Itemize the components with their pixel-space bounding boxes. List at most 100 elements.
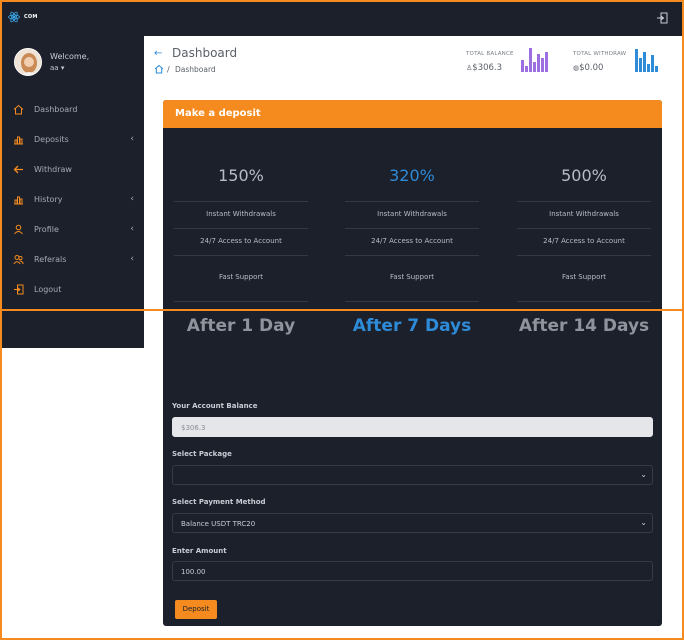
amount-input[interactable]: 100.00 xyxy=(172,561,653,581)
total-balance-label: TOTAL BALANCE xyxy=(466,51,514,57)
deposit-panel: Make a deposit 150% Instant Withdrawals … xyxy=(163,100,662,626)
bar-chart-icon xyxy=(14,196,23,204)
balance-label: Your Account Balance xyxy=(172,402,258,410)
spark-bar xyxy=(533,62,536,72)
plan-feature: 24/7 Access to Account xyxy=(200,237,282,245)
atom-icon xyxy=(8,11,20,23)
divider xyxy=(345,255,479,256)
balance-value: $306.3 xyxy=(181,424,206,432)
plan-feature: Fast Support xyxy=(390,273,434,281)
sidebar-item-label: Logout xyxy=(34,284,62,294)
total-withdraw-amount: $0.00 xyxy=(579,63,604,73)
spark-bar xyxy=(529,48,532,72)
welcome-text: Welcome, xyxy=(50,52,90,61)
logout-icon[interactable] xyxy=(656,12,668,24)
payment-method-select[interactable]: Balance USDT TRC20 ⌄ xyxy=(172,513,653,533)
divider xyxy=(517,255,651,256)
frame-border-middle xyxy=(0,309,684,311)
user-name: aa xyxy=(50,64,59,72)
chevron-left-icon: ‹ xyxy=(130,224,134,234)
avatar-image xyxy=(15,49,41,75)
logout-icon xyxy=(14,284,24,294)
total-withdraw-value: ◍$0.00 xyxy=(573,63,603,73)
spark-bar xyxy=(521,60,524,72)
plan-feature: Fast Support xyxy=(219,273,263,281)
brand-name: COM xyxy=(24,14,38,20)
sidebar-item-dashboard[interactable]: Dashboard xyxy=(0,99,144,119)
sidebar-item-logout[interactable]: Logout xyxy=(0,279,144,299)
withdraw-sparkline xyxy=(635,49,658,72)
sidebar-item-history[interactable]: History ‹ xyxy=(0,189,144,209)
back-arrow-icon[interactable]: ← xyxy=(154,48,162,59)
top-bar: COM xyxy=(0,0,684,36)
plan-duration: After 7 Days xyxy=(352,316,472,336)
sidebar-item-deposits[interactable]: Deposits ‹ xyxy=(0,129,144,149)
breadcrumb: Dashboard xyxy=(175,65,216,74)
total-withdraw-label: TOTAL WITHDRAW xyxy=(573,51,627,57)
sidebar-item-label: Withdraw xyxy=(34,164,72,174)
deposit-panel-header: Make a deposit xyxy=(163,100,662,128)
spark-bar xyxy=(647,64,650,72)
frame-border-top xyxy=(0,0,684,2)
sidebar-item-label: Referals xyxy=(34,254,67,264)
caret-down-icon: ▾ xyxy=(60,64,65,72)
chevron-left-icon: ‹ xyxy=(130,134,134,144)
balance-field[interactable]: $306.3 xyxy=(172,417,653,437)
payment-method-label: Select Payment Method xyxy=(172,498,266,506)
divider xyxy=(174,255,308,256)
user-icon xyxy=(14,224,23,234)
plan-feature: 24/7 Access to Account xyxy=(371,237,453,245)
balance-sparkline xyxy=(521,48,548,72)
brand-logo[interactable]: COM xyxy=(8,11,38,23)
plan-duration: After 1 Day xyxy=(186,316,296,336)
avatar[interactable] xyxy=(14,48,42,76)
arrow-left-icon xyxy=(13,165,23,173)
sidebar-item-label: Profile xyxy=(34,224,59,234)
total-balance-value: ♙$306.3 xyxy=(466,63,502,73)
spark-bar xyxy=(525,66,528,72)
app-screen: COM Welcome, aa ▾ Dashboard Deposits ‹ W… xyxy=(0,0,684,640)
plan-feature: Instant Withdrawals xyxy=(377,210,447,218)
package-label: Select Package xyxy=(172,450,232,458)
spark-bar xyxy=(655,66,658,72)
chevron-left-icon: ‹ xyxy=(130,254,134,264)
divider xyxy=(174,301,308,302)
sidebar-item-profile[interactable]: Profile ‹ xyxy=(0,219,144,239)
plan-percent: 500% xyxy=(561,166,607,185)
bar-chart-icon xyxy=(14,136,23,144)
divider xyxy=(345,301,479,302)
total-balance-amount: $306.3 xyxy=(472,63,503,73)
divider xyxy=(517,301,651,302)
brand-name-suffix: COM xyxy=(24,14,38,20)
chevron-down-icon: ⌄ xyxy=(640,470,647,479)
divider xyxy=(174,228,308,229)
chevron-down-icon: ⌄ xyxy=(640,518,647,527)
page-title: Dashboard xyxy=(172,46,238,60)
plan-feature: 24/7 Access to Account xyxy=(543,237,625,245)
divider xyxy=(517,201,651,202)
plan-percent: 150% xyxy=(218,166,264,185)
spark-bar xyxy=(643,52,646,72)
divider xyxy=(345,201,479,202)
plan-feature: Instant Withdrawals xyxy=(549,210,619,218)
users-icon xyxy=(13,254,24,264)
plan-duration: After 14 Days xyxy=(518,316,650,336)
home-icon[interactable] xyxy=(154,64,164,74)
spark-bar xyxy=(545,52,548,72)
package-select[interactable]: ⌄ xyxy=(172,465,653,485)
amount-value: 100.00 xyxy=(181,568,206,576)
deposit-button[interactable]: Deposit xyxy=(175,600,217,619)
spark-bar xyxy=(541,58,544,72)
sidebar-item-referals[interactable]: Referals ‹ xyxy=(0,249,144,269)
divider xyxy=(345,228,479,229)
plan-feature: Instant Withdrawals xyxy=(206,210,276,218)
deposit-panel-title: Make a deposit xyxy=(175,108,261,119)
home-icon xyxy=(13,104,24,114)
sidebar-item-label: History xyxy=(34,194,63,204)
sidebar-item-withdraw[interactable]: Withdraw xyxy=(0,159,144,179)
chevron-left-icon: ‹ xyxy=(130,194,134,204)
plan-percent: 320% xyxy=(389,166,435,185)
divider xyxy=(517,228,651,229)
spark-bar xyxy=(639,58,642,72)
user-menu[interactable]: aa ▾ xyxy=(50,64,64,72)
